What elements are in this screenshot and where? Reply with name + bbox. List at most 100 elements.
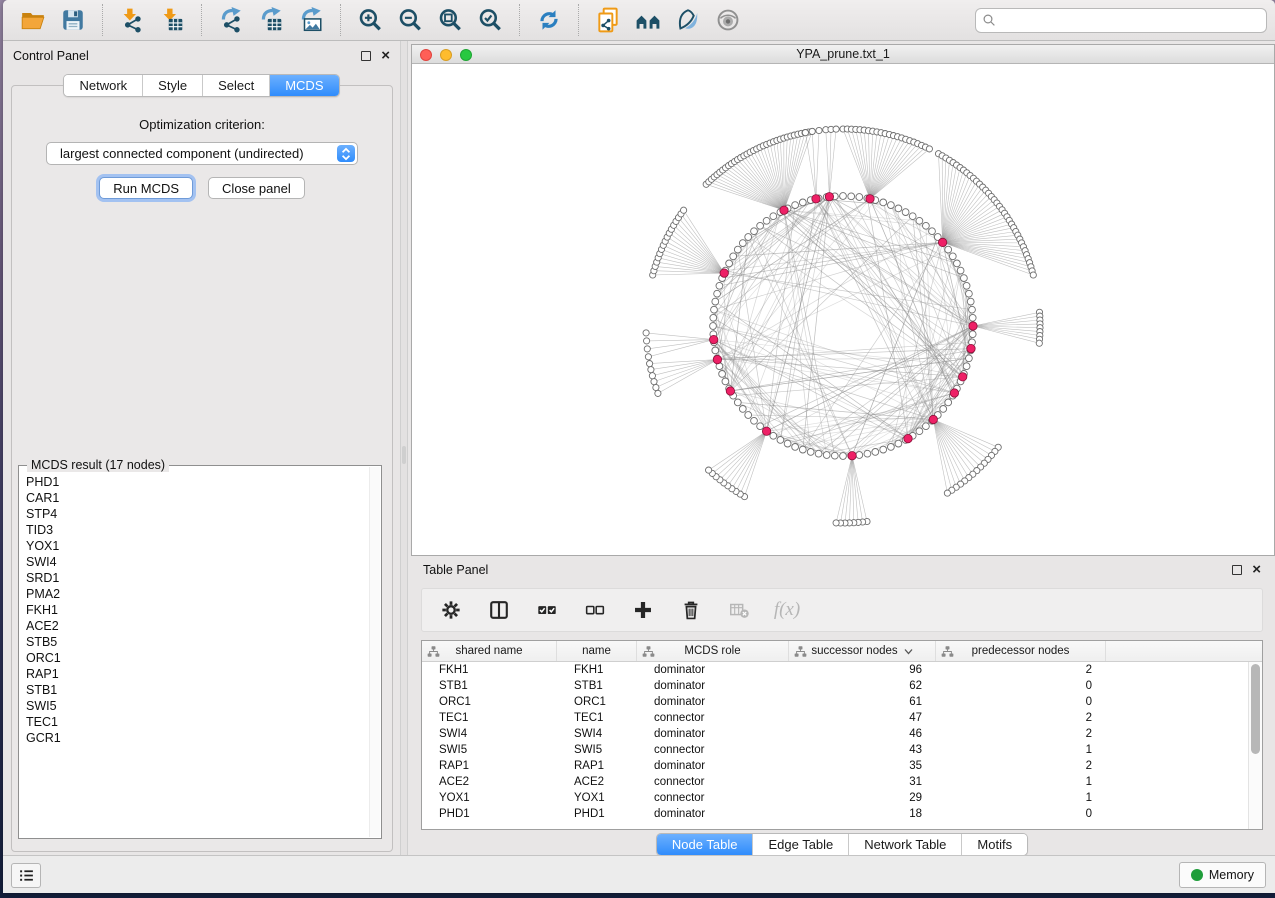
ring-node [969,331,976,338]
table-row[interactable]: ORC1ORC1dominator610 [422,694,1248,710]
zoom-selected-icon[interactable] [473,4,507,36]
mcds-result-item[interactable]: GCR1 [26,730,369,746]
table-scrollbar[interactable] [1248,662,1262,829]
ring-node [751,417,758,424]
ring-node [909,213,916,220]
close-panel-button[interactable]: Close panel [208,177,305,199]
zoom-in-icon[interactable] [353,4,387,36]
mcds-result-list[interactable]: PHD1CAR1STP4TID3YOX1SWI4SRD1PMA2FKH1ACE2… [20,472,369,837]
mcds-result-item[interactable]: PMA2 [26,586,369,602]
hide-details-icon[interactable] [671,4,705,36]
network-window-titlebar[interactable]: YPA_prune.txt_1 [412,45,1274,64]
cell-name: YOX1 [557,790,637,806]
table-row[interactable]: RAP1RAP1dominator352 [422,758,1248,774]
refresh-icon[interactable] [532,4,566,36]
select-all-rows-icon[interactable] [534,597,560,623]
maximize-window-icon[interactable] [460,49,472,61]
ring-node [799,446,806,453]
table-row[interactable]: TEC1TEC1connector472 [422,710,1248,726]
mcds-result-item[interactable]: TID3 [26,522,369,538]
search-box[interactable] [975,8,1267,33]
table-row[interactable]: SWI4SWI4dominator462 [422,726,1248,742]
table-scrollbar-thumb[interactable] [1251,664,1260,754]
run-mcds-button[interactable]: Run MCDS [99,177,193,199]
cell-successor_nodes: 43 [789,742,936,758]
ring-node [954,260,961,267]
float-panel-icon[interactable] [361,51,371,61]
column-header-shared-name[interactable]: shared name [422,641,557,661]
export-network-icon[interactable] [214,4,248,36]
leaf-node [809,128,815,134]
mcds-result-scrollbar[interactable] [369,467,380,837]
task-history-button[interactable] [11,863,41,888]
mcds-result-item[interactable]: ACE2 [26,618,369,634]
search-input[interactable] [1001,13,1260,27]
network-canvas[interactable] [412,64,1274,555]
mcds-result-item[interactable]: SWI5 [26,698,369,714]
memory-button[interactable]: Memory [1179,862,1266,888]
mcds-result-item[interactable]: RAP1 [26,666,369,682]
export-image-icon[interactable] [294,4,328,36]
export-table-icon[interactable] [254,4,288,36]
tab-mcds[interactable]: MCDS [270,75,338,96]
mcds-result-item[interactable]: STB1 [26,682,369,698]
table-row[interactable]: SWI5SWI5connector431 [422,742,1248,758]
mcds-result-item[interactable]: YOX1 [26,538,369,554]
float-table-panel-icon[interactable] [1232,565,1242,575]
mcds-result-item[interactable]: CAR1 [26,490,369,506]
delete-column-icon[interactable] [678,597,704,623]
select-stepper-icon [337,145,355,162]
zoom-out-icon[interactable] [393,4,427,36]
minimize-window-icon[interactable] [440,49,452,61]
close-table-panel-icon[interactable]: × [1252,565,1261,575]
mcds-result-item[interactable]: PHD1 [26,474,369,490]
share-document-icon[interactable] [591,4,625,36]
tab-style[interactable]: Style [143,75,203,96]
clear-selection-icon[interactable] [582,597,608,623]
table-row[interactable]: ACE2ACE2connector311 [422,774,1248,790]
optimization-criterion-select[interactable]: largest connected component (undirected) [46,142,358,165]
ring-node [888,202,895,209]
binoculars-icon[interactable] [631,4,665,36]
mcds-result-item[interactable]: STP4 [26,506,369,522]
mcds-result-item[interactable]: STB5 [26,634,369,650]
ring-node [856,452,863,459]
panel-splitter[interactable] [400,41,408,855]
tab-network[interactable]: Network [64,75,143,96]
column-header-successor-nodes[interactable]: successor nodes [789,641,936,661]
table-tab-motifs[interactable]: Motifs [962,834,1027,855]
mcds-result-item[interactable]: SRD1 [26,570,369,586]
mcds-result-item[interactable]: FKH1 [26,602,369,618]
table-tab-network-table[interactable]: Network Table [849,834,962,855]
table-row[interactable]: FKH1FKH1dominator962 [422,662,1248,678]
tab-select[interactable]: Select [203,75,270,96]
column-header-predecessor-nodes[interactable]: predecessor nodes [936,641,1106,661]
mcds-result-item[interactable]: SWI4 [26,554,369,570]
cell-mcds_role: connector [637,710,789,726]
table-settings-icon[interactable] [438,597,464,623]
close-panel-icon[interactable]: × [381,51,390,61]
mcds-result-item[interactable]: ORC1 [26,650,369,666]
split-columns-icon[interactable] [486,597,512,623]
network-graph[interactable] [412,64,1274,555]
cell-predecessor_nodes: 2 [936,662,1106,678]
table-row[interactable]: STB1STB1dominator620 [422,678,1248,694]
column-header-name[interactable]: name [557,641,637,661]
zoom-fit-icon[interactable] [433,4,467,36]
save-session-icon[interactable] [56,4,90,36]
add-column-icon[interactable] [630,597,656,623]
show-graphics-icon[interactable] [711,4,745,36]
table-tab-edge-table[interactable]: Edge Table [753,834,849,855]
open-file-icon[interactable] [16,4,50,36]
column-header-MCDS-role[interactable]: MCDS role [637,641,789,661]
table-row[interactable]: YOX1YOX1connector291 [422,790,1248,806]
cell-shared_name: TEC1 [422,710,557,726]
table-row[interactable]: PHD1PHD1dominator180 [422,806,1248,822]
import-table-icon[interactable] [155,4,189,36]
import-network-icon[interactable] [115,4,149,36]
splitter-grip[interactable] [402,446,406,464]
table-tab-node-table[interactable]: Node Table [657,834,754,855]
mcds-result-item[interactable]: TEC1 [26,714,369,730]
leaf-node [655,390,661,396]
close-window-icon[interactable] [420,49,432,61]
